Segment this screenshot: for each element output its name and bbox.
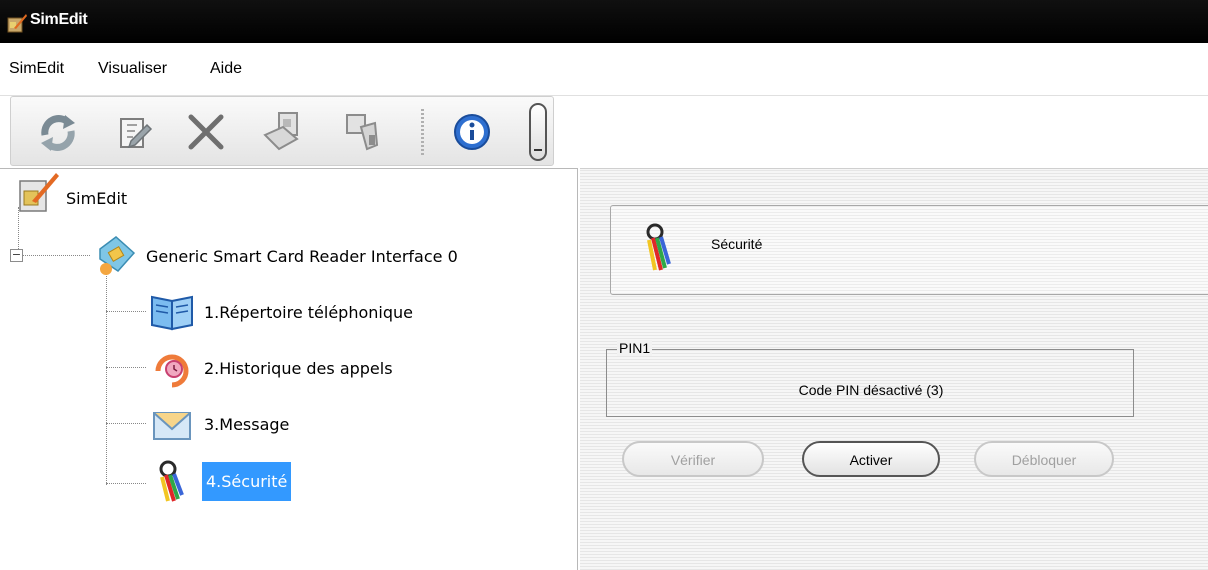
tree-item-phonebook[interactable]: 1.Répertoire téléphonique bbox=[204, 303, 413, 322]
info-icon[interactable] bbox=[445, 105, 499, 159]
toolbar bbox=[10, 96, 554, 166]
pin1-group: PIN1 Code PIN désactivé (3) bbox=[606, 340, 1134, 417]
app-logo-icon bbox=[7, 14, 27, 33]
write-card-icon[interactable] bbox=[337, 105, 391, 159]
tree-connector bbox=[106, 423, 146, 424]
tree-collapse-toggle[interactable]: − bbox=[10, 249, 23, 262]
toolbar-separator bbox=[421, 109, 424, 157]
refresh-icon[interactable] bbox=[31, 105, 85, 159]
menu-simedit[interactable]: SimEdit bbox=[9, 60, 64, 78]
activate-button[interactable]: Activer bbox=[802, 441, 940, 477]
pin-status-text: Code PIN désactivé (3) bbox=[798, 382, 944, 398]
unblock-button[interactable]: Débloquer bbox=[974, 441, 1114, 477]
simedit-root-icon bbox=[19, 173, 59, 212]
tree-connector bbox=[18, 255, 90, 256]
window-title: SimEdit bbox=[30, 11, 88, 28]
tree-root-label[interactable]: SimEdit bbox=[66, 189, 127, 208]
tree-reader-label[interactable]: Generic Smart Card Reader Interface 0 bbox=[146, 247, 458, 266]
read-card-icon[interactable] bbox=[257, 105, 311, 159]
section-header: Sécurité bbox=[610, 205, 1208, 295]
smart-card-reader-icon bbox=[99, 236, 136, 275]
security-icon bbox=[646, 223, 671, 271]
navigation-tree: SimEdit − Generic Smart Card Reader Inte… bbox=[0, 168, 578, 570]
verify-button[interactable]: Vérifier bbox=[622, 441, 764, 477]
pin1-group-label: PIN1 bbox=[617, 340, 653, 356]
tree-item-message[interactable]: 3.Message bbox=[204, 415, 289, 434]
title-bar: SimEdit bbox=[0, 0, 1208, 43]
detail-pane: Sécurité PIN1 Code PIN désactivé (3) Vér… bbox=[580, 168, 1208, 570]
chevron-down-icon bbox=[534, 149, 542, 155]
section-title: Sécurité bbox=[711, 236, 763, 252]
tree-connector bbox=[106, 311, 146, 312]
delete-icon[interactable] bbox=[179, 105, 233, 159]
tree-connector bbox=[106, 483, 146, 484]
tree-connector bbox=[106, 367, 146, 368]
phonebook-icon bbox=[151, 295, 193, 331]
menu-bar: SimEdit Visualiser Aide bbox=[0, 43, 1208, 96]
message-icon bbox=[153, 412, 191, 440]
tree-item-security[interactable]: 4.Sécurité bbox=[202, 462, 292, 501]
toolbar-overflow-grip[interactable] bbox=[529, 103, 547, 161]
call-history-icon bbox=[155, 354, 189, 388]
menu-visualiser[interactable]: Visualiser bbox=[98, 60, 167, 78]
tree-connector bbox=[106, 269, 107, 485]
edit-icon[interactable] bbox=[107, 105, 161, 159]
menu-aide[interactable]: Aide bbox=[210, 60, 242, 78]
security-icon bbox=[159, 460, 184, 502]
tree-item-call-history[interactable]: 2.Historique des appels bbox=[204, 359, 393, 378]
